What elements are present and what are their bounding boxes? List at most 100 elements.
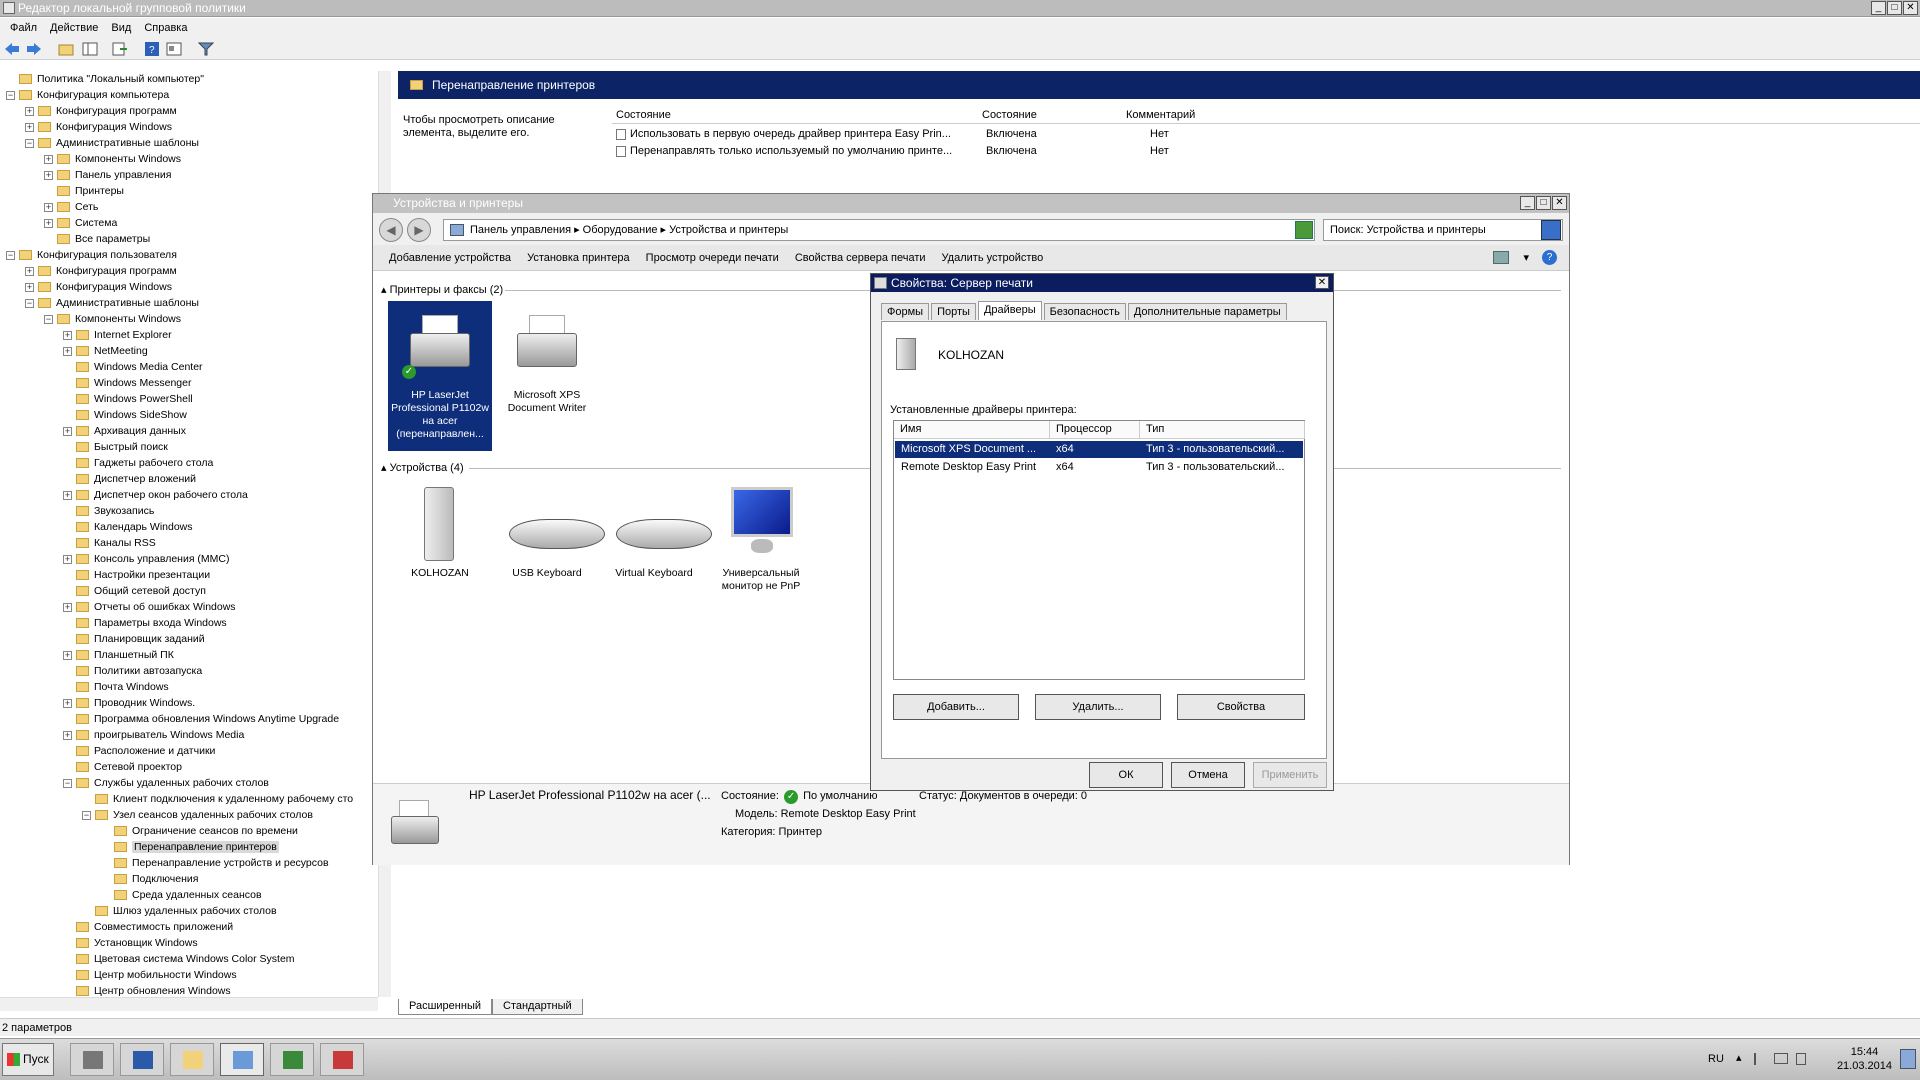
tree-item[interactable]: Настройки презентации [63, 567, 210, 583]
volume-icon[interactable] [1796, 1053, 1806, 1065]
add-device-button[interactable]: Добавление устройства [381, 245, 519, 270]
back-arrow-icon[interactable] [4, 42, 20, 56]
add-printer-button[interactable]: Установка принтера [519, 245, 638, 270]
expand-icon[interactable]: + [25, 122, 34, 132]
flag-icon[interactable] [1754, 1053, 1766, 1065]
devices-close-button[interactable]: ✕ [1552, 196, 1567, 210]
filter-icon[interactable] [197, 42, 215, 56]
tree-item[interactable]: + Отчеты об ошибках Windows [63, 599, 236, 615]
tree-item[interactable]: Общий сетевой доступ [63, 583, 206, 599]
expand-icon[interactable]: + [44, 202, 53, 212]
help-icon[interactable]: ? [1542, 250, 1557, 265]
tree-item[interactable]: Перенаправление принтеров [101, 839, 279, 855]
table-row[interactable]: Использовать в первую очередь драйвер пр… [616, 126, 1169, 142]
menu-view[interactable]: Вид [107, 18, 140, 38]
device-virtual-keyboard[interactable]: Virtual Keyboard [602, 483, 712, 580]
show-hidden-icons-chevron-icon[interactable]: ▴ [1736, 1051, 1742, 1064]
breadcrumb[interactable]: Панель управления ▸ Оборудование ▸ Устро… [470, 224, 788, 236]
start-button[interactable]: Пуск [2, 1043, 54, 1076]
taskbar-toolbox[interactable] [320, 1043, 364, 1076]
minimize-button[interactable]: _ [1871, 1, 1886, 15]
clock[interactable]: 15:44 21.03.2014 [1837, 1045, 1892, 1073]
tree-item[interactable]: Windows SideShow [63, 407, 187, 423]
collapse-icon[interactable]: − [25, 138, 34, 148]
tree-item[interactable]: Центр обновления Windows [63, 983, 231, 997]
tree-item[interactable]: Принтеры [44, 183, 124, 199]
tree-item[interactable]: Подключения [101, 871, 198, 887]
export-list-icon[interactable] [112, 42, 128, 56]
column-header-name[interactable]: Имя [894, 421, 1050, 439]
tree-item[interactable]: + Панель управления [44, 167, 171, 183]
tab-extended[interactable]: Расширенный [398, 999, 492, 1015]
expand-icon[interactable]: + [63, 426, 72, 436]
tab-standard[interactable]: Стандартный [492, 999, 583, 1015]
menu-help[interactable]: Справка [140, 18, 196, 38]
tree-item[interactable]: + Компоненты Windows [44, 151, 181, 167]
collapse-icon[interactable]: − [6, 250, 15, 260]
menu-file[interactable]: Файл [6, 18, 46, 38]
menu-action[interactable]: Действие [46, 18, 107, 38]
tree-item[interactable]: + Проводник Windows. [63, 695, 195, 711]
maximize-button[interactable]: □ [1887, 1, 1902, 15]
tree-item[interactable]: Быстрый поиск [63, 439, 168, 455]
tree-item[interactable]: − Административные шаблоны [25, 135, 199, 151]
ok-button[interactable]: ОК [1089, 762, 1163, 788]
tab-forms[interactable]: Формы [881, 303, 930, 320]
tree-item[interactable]: + Internet Explorer [63, 327, 172, 343]
group-printers-header[interactable]: ▴ Принтеры и факсы (2) [381, 283, 503, 296]
tree-item[interactable]: Почта Windows [63, 679, 169, 695]
tab-drivers[interactable]: Драйверы [977, 301, 1042, 320]
tree-item[interactable]: Каналы RSS [63, 535, 156, 551]
view-options-icon[interactable] [1493, 251, 1509, 264]
forward-arrow-icon[interactable] [26, 42, 42, 56]
properties-icon[interactable] [166, 42, 182, 56]
taskbar-remote-desktop[interactable] [270, 1043, 314, 1076]
back-button[interactable]: ◀ [379, 218, 403, 242]
expand-icon[interactable]: + [25, 106, 34, 116]
refresh-icon[interactable] [1295, 221, 1313, 239]
column-header-state[interactable]: Состояние [982, 109, 1037, 121]
tree-item[interactable]: + проигрыватель Windows Media [63, 727, 244, 743]
search-input[interactable]: Поиск: Устройства и принтеры [1323, 219, 1563, 241]
expand-icon[interactable]: + [63, 698, 72, 708]
expand-icon[interactable]: + [63, 330, 72, 340]
apply-button[interactable]: Применить [1253, 762, 1327, 788]
search-icon[interactable] [1541, 220, 1561, 240]
tree-item[interactable]: Установщик Windows [63, 935, 198, 951]
column-header-type[interactable]: Тип [1140, 421, 1305, 439]
tree-item[interactable]: Гаджеты рабочего стола [63, 455, 213, 471]
tree-item[interactable]: − Конфигурация компьютера [6, 87, 169, 103]
devices-maximize-button[interactable]: □ [1536, 196, 1551, 210]
expand-icon[interactable]: + [44, 154, 53, 164]
tree-horizontal-scrollbar[interactable] [0, 997, 378, 1011]
tree-item[interactable]: Windows PowerShell [63, 391, 193, 407]
add-driver-button[interactable]: Добавить... [893, 694, 1019, 720]
expand-icon[interactable]: + [44, 218, 53, 228]
tab-security[interactable]: Безопасность [1043, 303, 1126, 320]
tree-item[interactable]: Среда удаленных сеансов [101, 887, 262, 903]
help-icon[interactable]: ? [144, 42, 160, 56]
tree-item[interactable]: + Сеть [44, 199, 98, 215]
tree-item[interactable]: + NetMeeting [63, 343, 148, 359]
tree-item[interactable]: Политика "Локальный компьютер" [6, 71, 204, 87]
tree-item[interactable]: + Консоль управления (MMC) [63, 551, 230, 567]
tree-item[interactable]: − Конфигурация пользователя [6, 247, 177, 263]
show-tree-icon[interactable] [82, 42, 98, 56]
tree-item[interactable]: + Архивация данных [63, 423, 186, 439]
tree-item[interactable]: Политики автозапуска [63, 663, 202, 679]
collapse-icon[interactable]: − [44, 314, 53, 324]
tree-item[interactable]: Звукозапись [63, 503, 154, 519]
tree-item[interactable]: Windows Messenger [63, 375, 191, 391]
collapse-icon[interactable]: − [6, 90, 15, 100]
expand-icon[interactable]: + [63, 490, 72, 500]
collapse-icon[interactable]: − [25, 298, 34, 308]
tree-item[interactable]: + Диспетчер окон рабочего стола [63, 487, 248, 503]
tab-ports[interactable]: Порты [931, 303, 976, 320]
tree-item[interactable]: Планировщик заданий [63, 631, 205, 647]
tree-item[interactable]: − Компоненты Windows [44, 311, 181, 327]
expand-icon[interactable]: + [25, 266, 34, 276]
tree-item[interactable]: + Конфигурация программ [25, 263, 177, 279]
taskbar-control-panel[interactable] [220, 1043, 264, 1076]
tree-item[interactable]: Все параметры [44, 231, 150, 247]
network-icon[interactable] [1774, 1053, 1788, 1064]
